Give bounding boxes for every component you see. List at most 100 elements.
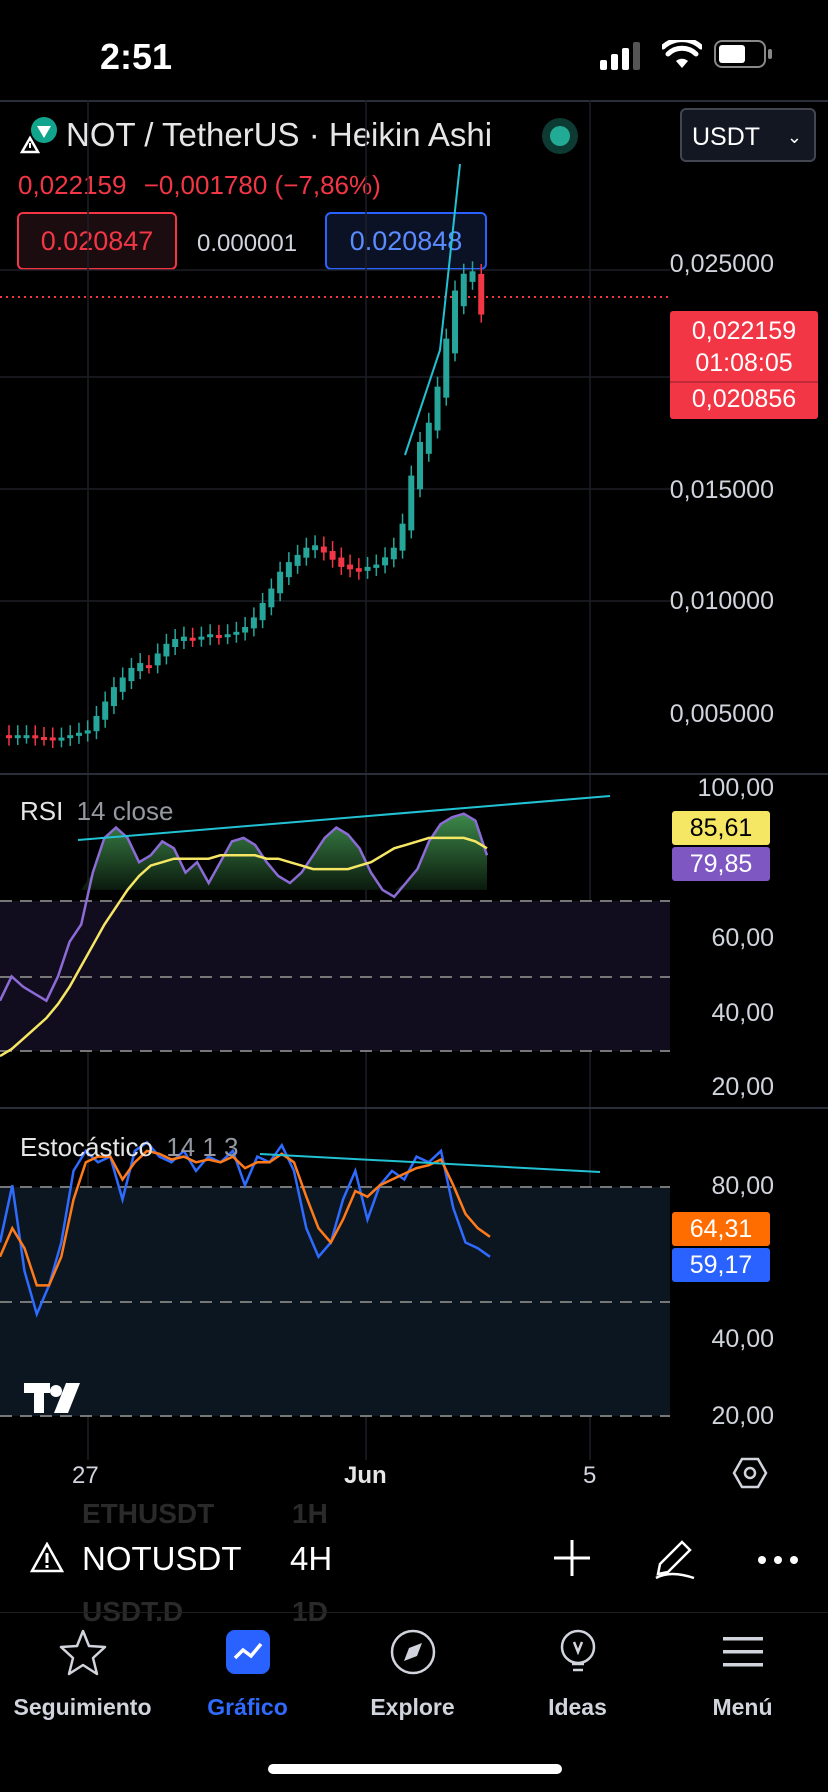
candle-body — [145, 665, 152, 669]
price-axis-label: 0,025000 — [669, 250, 774, 278]
candle-body — [390, 547, 397, 560]
candle-body — [425, 422, 432, 454]
time-axis-label: 27 — [72, 1462, 99, 1489]
more-icon[interactable] — [756, 1554, 800, 1566]
tab-label: Ideas — [548, 1694, 607, 1720]
ghost-interval: 1H — [292, 1498, 328, 1529]
candle-body — [207, 634, 214, 638]
candle-body — [137, 663, 144, 672]
candles — [6, 261, 485, 748]
stoch-axis-label: 40,00 — [711, 1325, 774, 1353]
rsi-axis-label: 40,00 — [711, 999, 774, 1027]
stoch-trend-line — [259, 1153, 601, 1173]
rsi-value-tag: 79,85 — [672, 847, 770, 881]
candle-body — [355, 568, 362, 572]
candle-body — [408, 475, 415, 531]
tab-ideas[interactable]: Ideas — [495, 1628, 660, 1721]
candle-body — [154, 653, 161, 666]
tab-seguimiento[interactable]: Seguimiento — [0, 1628, 165, 1721]
stoch-title: Estocástico — [20, 1132, 153, 1162]
tab-menu[interactable]: Menú — [660, 1628, 825, 1721]
tab-explore[interactable]: Explore — [330, 1628, 495, 1721]
candle-body — [460, 273, 467, 307]
candle-body — [294, 554, 301, 566]
rsi-axis-label: 20,00 — [711, 1073, 774, 1101]
stoch-axis-label: 20,00 — [711, 1402, 774, 1430]
candle-body — [67, 735, 74, 739]
candle-body — [189, 637, 196, 641]
candle-body — [23, 735, 30, 739]
stoch-legend[interactable]: Estocástico 14 1 3 — [20, 1132, 238, 1163]
rsi-ma-value-tag: 85,61 — [672, 811, 770, 845]
battery-icon — [714, 40, 772, 68]
candle-body — [250, 617, 257, 629]
home-indicator — [268, 1764, 562, 1774]
status-bar: 2:51 — [0, 0, 828, 100]
candle-body — [277, 571, 284, 594]
last-price-tag-value: 0,022159 — [691, 317, 797, 345]
candle-body — [84, 730, 91, 734]
stoch-axis-label: 80,00 — [711, 1172, 774, 1200]
candle-body — [320, 546, 327, 553]
drawing-pen-icon[interactable] — [650, 1534, 698, 1582]
candle-body — [6, 735, 12, 739]
candle-body — [452, 290, 459, 354]
last-price-tag: 0,022159 01:08:05 0,020856 — [670, 311, 818, 419]
candle-body — [434, 386, 441, 431]
ghost-symbol: ETHUSDT — [82, 1498, 215, 1529]
rsi-title: RSI — [20, 796, 64, 826]
tab-label: Gráfico — [207, 1694, 288, 1720]
time-axis-label: 5 — [583, 1462, 597, 1489]
rsi-axis-label: 60,00 — [711, 924, 774, 952]
tab-label: Seguimiento — [13, 1694, 152, 1720]
candle-body — [172, 639, 179, 647]
candle-body — [14, 735, 21, 739]
tab-grafico[interactable]: Gráfico — [165, 1628, 330, 1721]
symbol-button[interactable]: NOTUSDT — [82, 1540, 242, 1578]
candle-body — [285, 562, 292, 578]
candle-body — [373, 564, 380, 568]
candle-body — [382, 557, 389, 566]
clock-time: 2:51 — [100, 36, 173, 77]
add-icon[interactable] — [552, 1538, 592, 1578]
symbol-toolbar: ETHUSDT 1H USDT.D 1D NOTUSDT 4H — [0, 1498, 828, 1627]
candle-body — [417, 441, 424, 490]
candle-body — [40, 737, 47, 741]
star-icon — [59, 1629, 106, 1676]
candle-countdown: 01:08:05 — [695, 349, 793, 377]
candle-body — [364, 566, 371, 571]
compass-icon — [390, 1629, 435, 1675]
warning-icon — [30, 1542, 64, 1573]
price-axis-label: 0,005000 — [669, 700, 774, 728]
candle-body — [303, 547, 310, 558]
candle-body — [75, 732, 82, 736]
time-axis-label: Jun — [344, 1462, 387, 1489]
candle-body — [58, 737, 65, 741]
bid-price-tag: 0,020856 — [670, 381, 818, 415]
stoch-params: 14 1 3 — [166, 1132, 239, 1162]
tab-label: Explore — [370, 1694, 455, 1720]
stoch-d-value-tag: 64,31 — [672, 1212, 770, 1246]
candle-body — [338, 557, 345, 567]
stoch-k-value-tag: 59,17 — [672, 1248, 770, 1282]
candle-body — [198, 636, 205, 640]
candle-body — [259, 602, 266, 621]
candle-body — [32, 735, 39, 739]
candle-body — [399, 523, 406, 551]
rsi-params: 14 close — [76, 796, 174, 826]
settings-icon[interactable] — [732, 1455, 768, 1491]
rsi-legend[interactable]: RSI 14 close — [20, 796, 173, 827]
candle-body — [469, 271, 476, 282]
price-axis-label: 0,010000 — [669, 587, 774, 615]
candle-body — [215, 634, 222, 638]
chart-icon — [225, 1630, 270, 1674]
candle-body — [312, 545, 319, 551]
menu-icon — [722, 1637, 763, 1667]
candle-body — [233, 631, 240, 635]
candle-body — [478, 273, 485, 315]
price-axis-label: 0,015000 — [669, 476, 774, 504]
candle-body — [242, 627, 249, 633]
candle-body — [102, 701, 109, 720]
candle-body — [443, 338, 450, 398]
interval-button[interactable]: 4H — [290, 1540, 332, 1578]
